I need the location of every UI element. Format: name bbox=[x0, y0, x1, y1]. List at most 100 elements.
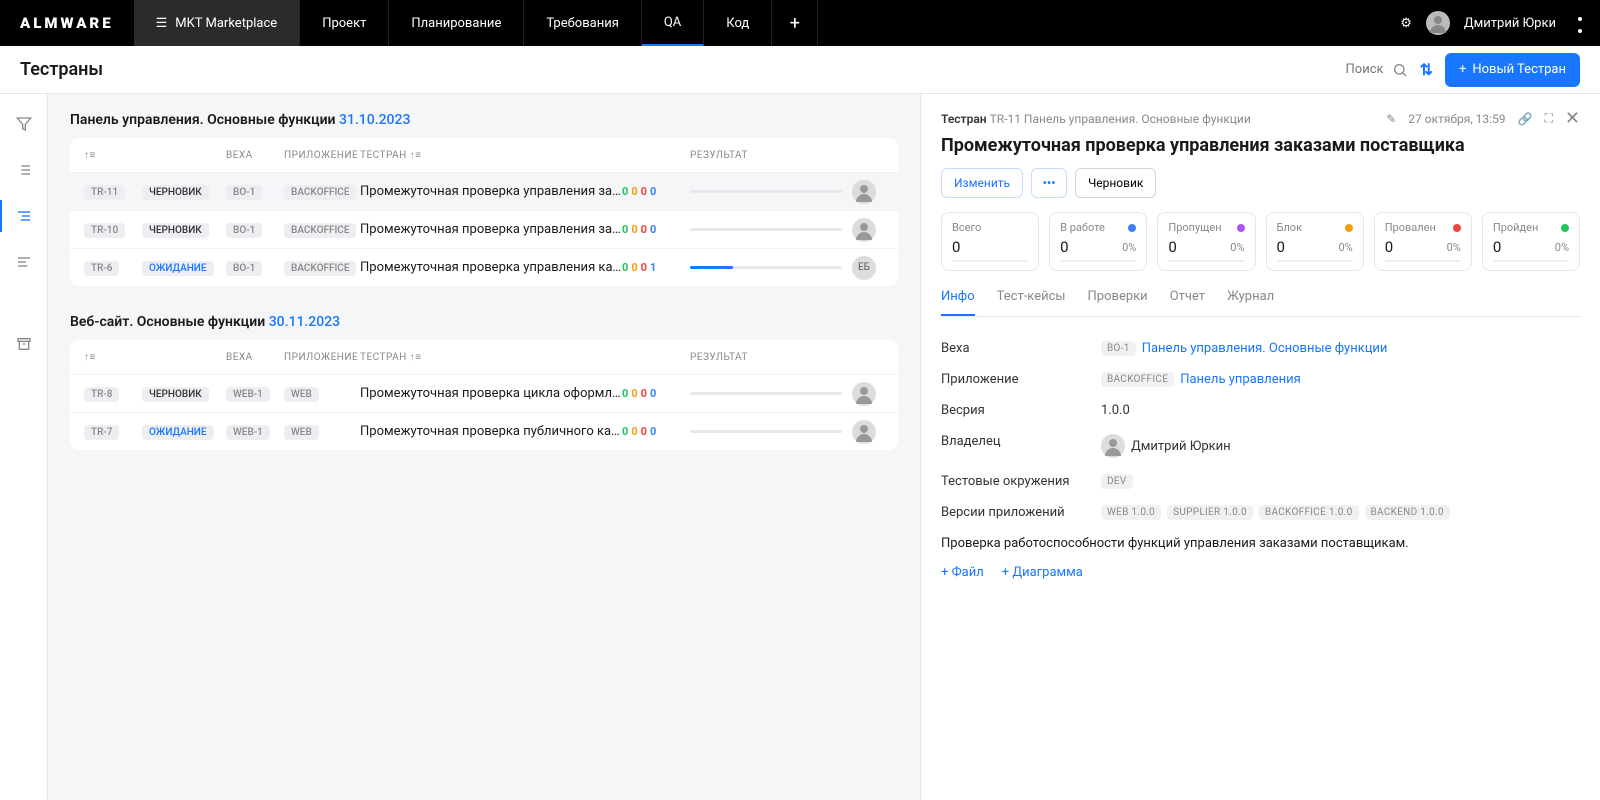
status-badge: ЧЕРНОВИК bbox=[142, 185, 209, 200]
new-testrun-button[interactable]: + Новый Тестран bbox=[1445, 53, 1580, 87]
list-icon[interactable] bbox=[12, 158, 36, 182]
stat-percent: 0% bbox=[1230, 241, 1244, 254]
info-label: Приложение bbox=[941, 372, 1101, 387]
search-icon[interactable] bbox=[1392, 62, 1408, 78]
progress-bar bbox=[690, 190, 842, 193]
brand-logo: ALMWARE bbox=[0, 14, 134, 32]
stat-value: 0 bbox=[1385, 238, 1393, 256]
link-icon[interactable]: 🔗 bbox=[1518, 112, 1533, 126]
info-value: DEV bbox=[1101, 474, 1133, 489]
result-dot: 0 bbox=[641, 185, 647, 198]
status-dot bbox=[1453, 224, 1461, 232]
tab-тест-кейсы[interactable]: Тест-кейсы bbox=[997, 289, 1066, 316]
status-dot bbox=[1128, 224, 1136, 232]
nav-qa[interactable]: QA bbox=[642, 0, 704, 46]
info-value: Дмитрий Юркин bbox=[1101, 434, 1231, 458]
app-tag: BACKOFFICE bbox=[284, 261, 356, 276]
table-row[interactable]: TR-8ЧЕРНОВИКWEB-1WEBПромежуточная провер… bbox=[70, 374, 898, 412]
result-dot: 0 bbox=[650, 425, 656, 438]
status-badge-button[interactable]: Черновик bbox=[1075, 168, 1156, 198]
close-icon[interactable]: ✕ bbox=[1565, 108, 1580, 129]
table-row[interactable]: TR-11ЧЕРНОВИКBO-1BACKOFFICEПромежуточная… bbox=[70, 172, 898, 210]
table-row[interactable]: TR-6ОЖИДАНИЕBO-1BACKOFFICEПромежуточная … bbox=[70, 248, 898, 286]
nav-add[interactable]: + bbox=[772, 0, 818, 46]
result-dot: 0 bbox=[631, 185, 637, 198]
tab-проверки[interactable]: Проверки bbox=[1088, 289, 1148, 316]
version-pill: BACKEND 1.0.0 bbox=[1365, 505, 1450, 520]
align-left-icon[interactable] bbox=[12, 250, 36, 274]
owner-avatar bbox=[1101, 434, 1125, 458]
stat-card: Блок00% bbox=[1266, 212, 1364, 271]
col-result[interactable]: РЕЗУЛЬТАТ bbox=[680, 352, 852, 363]
sort-icon[interactable]: ↑≡ bbox=[84, 352, 142, 363]
table-row[interactable]: TR-7ОЖИДАНИЕWEB-1WEBПромежуточная провер… bbox=[70, 412, 898, 450]
kebab-menu[interactable] bbox=[1570, 15, 1586, 31]
nav-планирование[interactable]: Планирование bbox=[389, 0, 524, 46]
search-input[interactable] bbox=[1324, 62, 1384, 77]
result-dot: 0 bbox=[622, 425, 628, 438]
result-dot: 0 bbox=[631, 261, 637, 274]
stat-card: Провален00% bbox=[1374, 212, 1472, 271]
settings-icon[interactable]: ⚙ bbox=[1400, 16, 1412, 31]
stat-value: 0 bbox=[952, 238, 960, 256]
status-badge: ОЖИДАНИЕ bbox=[142, 425, 214, 440]
group-date[interactable]: 31.10.2023 bbox=[339, 112, 410, 128]
user-name: Дмитрий Юрки bbox=[1464, 16, 1556, 31]
col-veha[interactable]: ВЕХА bbox=[226, 150, 284, 161]
sort-icon[interactable]: ⇅ bbox=[1420, 60, 1433, 79]
nav-project[interactable]: ☰ MKT Marketplace bbox=[134, 0, 301, 46]
more-actions-button[interactable]: ••• bbox=[1031, 168, 1067, 198]
version-pill: BACKOFFICE 1.0.0 bbox=[1259, 505, 1359, 520]
group-date[interactable]: 30.11.2023 bbox=[269, 314, 340, 330]
col-testrun[interactable]: ТЕСТРАН ↑≡ bbox=[360, 150, 622, 161]
attach-file-link[interactable]: + Файл bbox=[941, 565, 984, 580]
stat-label: Провален bbox=[1385, 221, 1436, 234]
veha-tag: WEB-1 bbox=[226, 425, 270, 440]
user-avatar[interactable] bbox=[1426, 11, 1450, 35]
col-app[interactable]: ПРИЛОЖЕНИЕ bbox=[284, 150, 360, 161]
result-dot: 0 bbox=[622, 185, 628, 198]
owner-avatar bbox=[852, 218, 876, 242]
menu-icon: ☰ bbox=[156, 16, 168, 31]
filter-icon[interactable] bbox=[12, 112, 36, 136]
app-link[interactable]: Панель управления bbox=[1180, 372, 1301, 387]
testrun-id: TR-7 bbox=[84, 425, 119, 440]
edit-button[interactable]: Изменить bbox=[941, 168, 1023, 198]
col-veha[interactable]: ВЕХА bbox=[226, 352, 284, 363]
info-value: 1.0.0 bbox=[1101, 403, 1130, 418]
crumb-id: TR-11 Панель управления. Основные функци… bbox=[990, 112, 1251, 126]
detail-panel: Тестран TR-11 Панель управления. Основны… bbox=[920, 94, 1600, 800]
table-row[interactable]: TR-10ЧЕРНОВИКBO-1BACKOFFICEПромежуточная… bbox=[70, 210, 898, 248]
app-tag: WEB bbox=[284, 425, 319, 440]
progress-bar bbox=[690, 392, 842, 395]
tab-отчет[interactable]: Отчет bbox=[1170, 289, 1205, 316]
sort-icon[interactable]: ↑≡ bbox=[84, 150, 142, 161]
main-content: Панель управления. Основные функции 31.1… bbox=[48, 94, 920, 800]
result-dot: 0 bbox=[622, 261, 628, 274]
stat-card: В работе00% bbox=[1049, 212, 1147, 271]
progress-bar bbox=[690, 228, 842, 231]
detail-datetime: 27 октября, 13:59 bbox=[1408, 112, 1505, 126]
veha-link[interactable]: Панель управления. Основные функции bbox=[1142, 341, 1388, 356]
stat-label: Всего bbox=[952, 221, 981, 234]
nav-требования[interactable]: Требования bbox=[524, 0, 642, 46]
expand-icon[interactable]: ⛶ bbox=[1545, 111, 1553, 126]
col-app[interactable]: ПРИЛОЖЕНИЕ bbox=[284, 352, 360, 363]
info-label: Версии приложений bbox=[941, 505, 1101, 520]
attach-diagram-link[interactable]: + Диаграмма bbox=[1002, 565, 1083, 580]
col-testrun[interactable]: ТЕСТРАН ↑≡ bbox=[360, 352, 622, 363]
stat-percent: 0% bbox=[1338, 241, 1352, 254]
stat-percent: 0% bbox=[1122, 241, 1136, 254]
result-dot: 0 bbox=[641, 425, 647, 438]
col-result[interactable]: РЕЗУЛЬТАТ bbox=[680, 150, 852, 161]
tab-инфо[interactable]: Инфо bbox=[941, 289, 975, 316]
nav-проект[interactable]: Проект bbox=[300, 0, 389, 46]
stat-card: Пройден00% bbox=[1482, 212, 1580, 271]
align-right-icon[interactable] bbox=[12, 204, 36, 228]
nav-код[interactable]: Код bbox=[704, 0, 772, 46]
tab-журнал[interactable]: Журнал bbox=[1227, 289, 1274, 316]
stat-label: В работе bbox=[1060, 221, 1105, 234]
detail-description: Проверка работоспособности функций управ… bbox=[941, 536, 1580, 551]
archive-icon[interactable] bbox=[12, 332, 36, 356]
edit-date-icon[interactable]: ✎ bbox=[1386, 112, 1396, 126]
